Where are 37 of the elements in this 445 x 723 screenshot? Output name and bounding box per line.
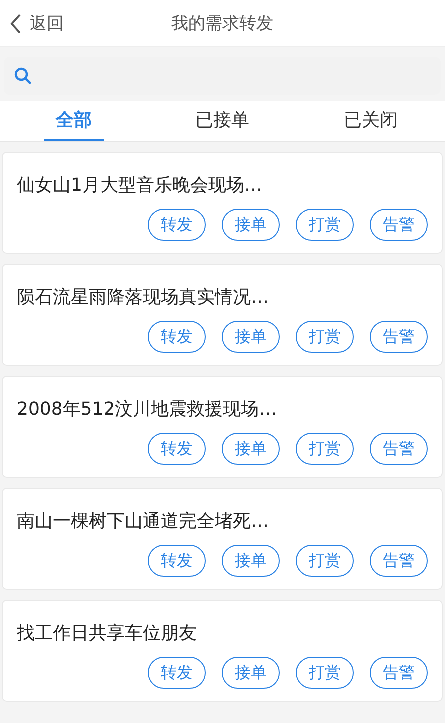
back-icon <box>10 14 22 34</box>
action-button[interactable]: 告警 <box>370 545 428 577</box>
request-title: 仙女山1月大型音乐晚会现场… <box>17 174 264 197</box>
tab[interactable]: 已关闭 <box>332 101 410 141</box>
action-button[interactable]: 转发 <box>148 657 206 689</box>
tab[interactable]: 全部 <box>44 101 104 141</box>
action-button[interactable]: 接单 <box>222 545 280 577</box>
action-button[interactable]: 告警 <box>370 321 428 353</box>
action-button[interactable]: 转发 <box>148 545 206 577</box>
request-title: 找工作日共享车位朋友 <box>17 622 198 645</box>
request-card[interactable]: 2008年512汶川地震救援现场… 转发 接单 打赏 告警 <box>2 376 443 478</box>
action-button[interactable]: 接单 <box>222 209 280 241</box>
request-card[interactable]: 找工作日共享车位朋友 转发 接单 打赏 告警 <box>2 600 443 702</box>
action-button[interactable]: 打赏 <box>296 321 354 353</box>
action-button[interactable]: 接单 <box>222 657 280 689</box>
action-button[interactable]: 告警 <box>370 209 428 241</box>
request-card[interactable]: 南山一棵树下山通道完全堵死… 转发 接单 打赏 告警 <box>2 488 443 590</box>
action-button[interactable]: 打赏 <box>296 209 354 241</box>
action-button[interactable]: 告警 <box>370 433 428 465</box>
action-button[interactable]: 转发 <box>148 209 206 241</box>
search-icon <box>14 67 32 85</box>
action-button[interactable]: 接单 <box>222 433 280 465</box>
request-card[interactable]: 陨石流星雨降落现场真实情况… 转发 接单 打赏 告警 <box>2 264 443 366</box>
action-button[interactable]: 转发 <box>148 321 206 353</box>
action-button[interactable]: 打赏 <box>296 545 354 577</box>
action-button[interactable]: 打赏 <box>296 433 354 465</box>
request-card[interactable]: 仙女山1月大型音乐晚会现场… 转发 接单 打赏 告警 <box>2 152 443 254</box>
action-button[interactable]: 转发 <box>148 433 206 465</box>
page-title: 我的需求转发 <box>172 12 274 34</box>
action-button[interactable]: 打赏 <box>296 657 354 689</box>
request-title: 陨石流星雨降落现场真实情况… <box>17 286 270 309</box>
request-title: 南山一棵树下山通道完全堵死… <box>17 510 270 533</box>
tab[interactable]: 已接单 <box>183 101 262 141</box>
request-title: 2008年512汶川地震救援现场… <box>17 398 278 421</box>
action-button[interactable]: 接单 <box>222 321 280 353</box>
back-button[interactable]: 返回 <box>6 8 68 39</box>
action-button[interactable]: 告警 <box>370 657 428 689</box>
